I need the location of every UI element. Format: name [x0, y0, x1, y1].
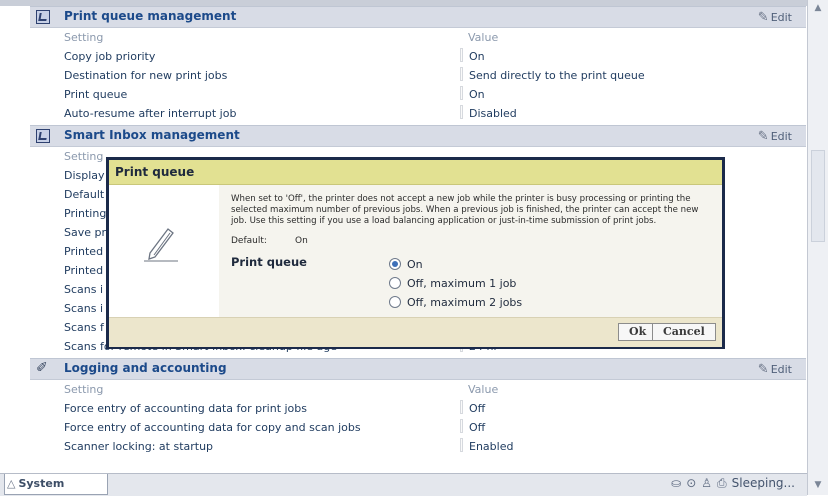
section-settings-icon — [36, 10, 50, 24]
setting-name: Display — [64, 169, 105, 182]
section-title: Print queue management — [64, 9, 237, 23]
setting-name: Printed — [64, 264, 104, 277]
setting-name: Scanner locking: at startup — [64, 440, 214, 453]
column-header-value: Value — [468, 31, 499, 44]
pencil-icon: ✎ — [757, 129, 769, 144]
radio-option-off-max-2[interactable]: Off, maximum 2 jobs — [389, 294, 522, 313]
setting-name: Force entry of accounting data for copy … — [64, 421, 361, 434]
setting-name: Save pr — [64, 226, 107, 239]
setting-name: Copy job priority — [64, 50, 156, 63]
section-header-print-queue-management: Print queue management ✎ Edit — [30, 6, 806, 28]
cancel-button[interactable]: Cancel — [652, 323, 716, 341]
table-row[interactable]: Destination for new print jobs Send direc… — [30, 66, 806, 85]
dialog-icon-pane — [109, 185, 219, 317]
setting-value: Send directly to the print queue — [460, 66, 645, 85]
table-row[interactable]: Copy job priority On — [30, 47, 806, 66]
table-row[interactable]: Print queue On — [30, 85, 806, 104]
column-header-setting: Setting — [64, 31, 104, 44]
edit-button[interactable]: ✎ Edit — [758, 10, 792, 25]
table-header-row: Setting Value — [30, 28, 806, 47]
setting-name: Print queue — [64, 88, 128, 101]
print-queue-dialog: Print queue When set to 'Off', the print… — [106, 157, 725, 349]
section-title: Smart Inbox management — [64, 128, 240, 142]
radio-option-off-max-1[interactable]: Off, maximum 1 job — [389, 275, 522, 294]
setting-value: Disabled — [460, 104, 517, 123]
setting-value: Enabled — [460, 437, 513, 456]
table-row[interactable]: Auto-resume after interrupt job Disabled — [30, 104, 806, 123]
setting-name: Auto-resume after interrupt job — [64, 107, 237, 120]
table-row[interactable]: Scanner locking: at startup Enabled — [30, 437, 806, 456]
column-header-setting: Setting — [64, 150, 104, 163]
pencil-icon: ✎ — [757, 362, 769, 377]
dialog-footer: Ok Cancel — [109, 317, 722, 347]
dialog-title: Print queue — [109, 160, 722, 185]
triangle-up-icon: △ — [7, 477, 16, 490]
printer-status[interactable]: ⛀ ⊙ ♙ ⎙ Sleeping... — [671, 476, 795, 491]
table-row[interactable]: Force entry of accounting data for print… — [30, 399, 806, 418]
dialog-content: When set to 'Off', the printer does not … — [219, 185, 722, 317]
radio-selected-icon[interactable] — [389, 258, 401, 270]
setting-name: Default — [64, 188, 105, 201]
left-gutter — [0, 6, 30, 473]
section-header-logging-and-accounting: ✐ Logging and accounting ✎ Edit — [30, 358, 806, 380]
clock-icon: ⊙ — [686, 476, 697, 490]
setting-name: Printed — [64, 245, 104, 258]
default-label: Default: — [231, 236, 267, 246]
pencil-edit-icon — [144, 228, 178, 262]
radio-icon[interactable] — [389, 296, 401, 308]
setting-value: On — [460, 47, 485, 66]
column-header-setting: Setting — [64, 383, 104, 396]
toner-icon: ⛀ — [671, 476, 682, 490]
setting-name: Printing — [64, 207, 107, 220]
dialog-description: When set to 'Off', the printer does not … — [231, 194, 699, 226]
setting-value: Off — [460, 418, 485, 437]
setting-value: On — [460, 85, 485, 104]
setting-name: Scans f — [64, 321, 104, 334]
section-header-smart-inbox-management: Smart Inbox management ✎ Edit — [30, 125, 806, 147]
edit-button[interactable]: ✎ Edit — [758, 362, 792, 377]
setting-value: Off — [460, 399, 485, 418]
section-settings-icon — [36, 129, 50, 143]
print-queue-field-label: Print queue — [231, 255, 307, 269]
table-row[interactable]: Force entry of accounting data for copy … — [30, 418, 806, 437]
people-icon: ♙ — [701, 476, 713, 490]
status-bar: △ System ⛀ ⊙ ♙ ⎙ Sleeping... — [0, 473, 807, 496]
edit-button[interactable]: ✎ Edit — [758, 129, 792, 144]
setting-name: Force entry of accounting data for print… — [64, 402, 308, 415]
vertical-scrollbar[interactable]: ▲ ▼ — [807, 0, 828, 495]
setting-name: Scans i — [64, 302, 104, 315]
scrollbar-thumb[interactable] — [811, 150, 825, 242]
default-value: On — [295, 236, 308, 246]
status-text: Sleeping... — [731, 476, 795, 490]
column-header-value: Value — [468, 383, 499, 396]
system-tab[interactable]: △ System — [4, 474, 108, 495]
table-header-row: Setting Value — [30, 380, 806, 399]
pen-icon: ✐ — [36, 360, 48, 376]
setting-name: Scans i — [64, 283, 104, 296]
setting-name: Destination for new print jobs — [64, 69, 228, 82]
radio-icon[interactable] — [389, 277, 401, 289]
pencil-icon: ✎ — [757, 10, 769, 25]
radio-option-on[interactable]: On — [389, 256, 522, 275]
scroll-down-icon[interactable]: ▼ — [813, 480, 823, 490]
scroll-up-icon[interactable]: ▲ — [813, 3, 823, 13]
section-title: Logging and accounting — [64, 361, 227, 375]
printer-icon: ⎙ — [717, 476, 727, 490]
print-queue-radio-group: On Off, maximum 1 job Off, maximum 2 job… — [389, 256, 522, 313]
